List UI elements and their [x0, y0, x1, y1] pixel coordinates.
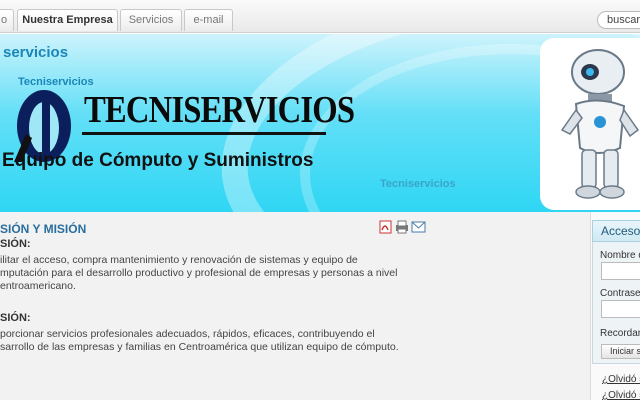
login-button[interactable]: Iniciar s [601, 344, 640, 359]
email-icon[interactable] [411, 221, 426, 233]
remember-me-label[interactable]: Recordar [600, 328, 640, 339]
login-panel-title: Acceso [592, 220, 640, 242]
header-banner: servicios Tecniservicios Tecniservicios … [0, 34, 640, 212]
tab-nuestra-empresa[interactable]: Nuestra Empresa [17, 9, 118, 31]
top-navigation-bar: o Nuestra Empresa Servicios e-mail busca… [0, 0, 640, 33]
company-slogan: Equipo de Cómputo y Suministros [2, 150, 314, 171]
robot-icon [560, 49, 640, 199]
mission-heading: SIÓN: [0, 312, 31, 324]
tab-label: Servicios [128, 14, 174, 26]
pdf-icon[interactable] [379, 220, 392, 234]
vision-heading: SIÓN: [0, 238, 31, 250]
print-icon[interactable] [396, 220, 408, 234]
brand-watermark-text: servicios [3, 44, 69, 61]
text-line: entroamericano. [0, 280, 76, 292]
article-title: SIÓN Y MISIÓN [0, 222, 87, 236]
forgot-password-link[interactable]: ¿Olvidó s [602, 374, 640, 385]
username-input[interactable] [601, 262, 640, 280]
robot-image-frame [540, 38, 640, 210]
tab-label: o [0, 14, 8, 26]
article-tools [379, 220, 426, 234]
mission-text: porcionar servicios profesionales adecua… [0, 328, 425, 354]
tab-label: Nuestra Empresa [22, 14, 113, 26]
company-logo-text: TECNISERVICIOS [84, 89, 355, 131]
password-input[interactable] [601, 300, 640, 318]
search-input[interactable]: buscar... [597, 11, 640, 29]
tab-email[interactable]: e-mail [184, 9, 233, 31]
vision-text: ilitar el acceso, compra mantenimiento y… [0, 254, 425, 293]
main-content [0, 212, 590, 400]
text-line: sarrollo de las empresas y familias en C… [0, 341, 399, 353]
tab-home[interactable]: o [0, 9, 14, 31]
tab-label: e-mail [193, 14, 224, 26]
text-line: mputación para el desarrollo productivo … [0, 267, 398, 279]
password-label: Contrase [600, 288, 640, 299]
username-label: Nombre d [600, 250, 640, 261]
search-placeholder: buscar... [607, 14, 640, 26]
brand-watermark-text: Tecniservicios [380, 178, 456, 190]
tab-servicios[interactable]: Servicios [120, 9, 182, 31]
forgot-username-link[interactable]: ¿Olvidó s [602, 390, 640, 401]
logo-underline [82, 132, 326, 135]
text-line: porcionar servicios profesionales adecua… [0, 328, 375, 340]
text-line: ilitar el acceso, compra mantenimiento y… [0, 254, 358, 266]
